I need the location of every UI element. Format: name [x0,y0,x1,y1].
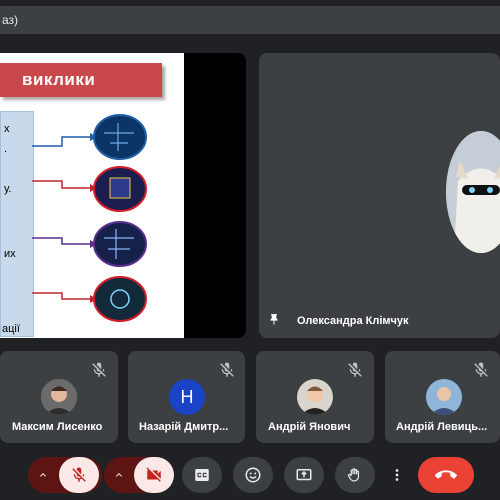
chip-image-2 [93,166,147,212]
participant-tile[interactable]: H Назарій Дмитр... [128,351,245,443]
participant-name: Максим Лисенко [12,421,103,433]
camera-options-button[interactable] [104,457,134,493]
closed-captions-icon [195,469,209,481]
connector-arrow-2 [32,180,90,189]
reactions-button[interactable] [233,457,273,493]
mic-off-icon [346,361,364,379]
camera-toggle-button[interactable] [134,457,174,493]
participant-tile[interactable]: Максим Лисенко [0,351,118,443]
hand-icon [347,468,360,482]
leave-call-button[interactable] [418,457,474,493]
connector-arrow-4 [32,292,90,300]
mic-off-icon [90,361,108,379]
participant-tile[interactable]: Андрій Янович [256,351,374,443]
chevron-up-icon [40,473,46,477]
slide: виклики х . у. их ації [0,53,184,338]
participant-tile[interactable]: Андрій Левиць... [385,351,500,443]
tech-image-4 [93,276,147,322]
present-screen-icon [296,469,312,481]
meeting-title: аз) [2,13,19,27]
meeting-title-bar [0,6,500,34]
more-vert-icon [395,469,399,481]
emoji-icon [245,467,261,483]
circuit-image-1 [93,114,147,160]
camera-off-icon [146,467,161,482]
avatar [41,379,77,415]
presentation-stage[interactable]: виклики х . у. их ації [0,53,246,338]
more-options-button[interactable] [386,457,408,493]
participant-name: Андрій Левиць... [396,421,488,433]
circuit-image-3 [93,221,147,267]
present-button[interactable] [284,457,324,493]
slide-diagram [32,114,147,322]
top-bar: аз) [0,0,500,38]
pin-icon[interactable] [267,313,281,332]
avatar [297,379,333,415]
connector-arrow-3 [32,237,90,245]
mic-options-button[interactable] [28,457,58,493]
mic-off-icon [72,467,86,482]
end-call-icon [435,470,457,479]
mic-toggle-button[interactable] [59,457,99,493]
avatar: H [169,379,205,415]
mic-off-icon [472,361,490,379]
avatar [426,379,462,415]
captions-button[interactable] [182,457,222,493]
connector-arrow-1 [32,136,90,147]
chevron-up-icon [116,473,122,477]
participant-name: Назарій Дмитр... [139,421,229,433]
mic-off-icon [218,361,236,379]
participant-tile-pinned[interactable]: Олександра Клімчук [259,53,500,338]
participant-video [446,131,500,253]
participant-name: Олександра Клімчук [297,315,409,327]
raise-hand-button[interactable] [335,457,375,493]
participant-name: Андрій Янович [268,421,351,433]
